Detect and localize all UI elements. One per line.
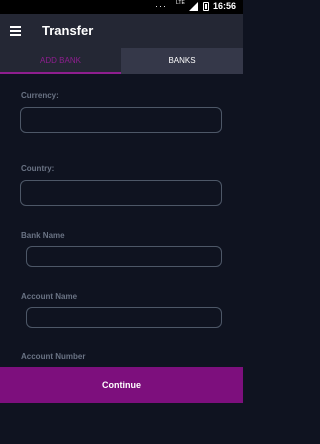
bank-name-field[interactable] xyxy=(26,246,222,267)
active-tab-indicator xyxy=(0,72,121,74)
status-bar: ··· LTE 16:56 xyxy=(0,0,243,14)
currency-field[interactable] xyxy=(20,107,222,133)
account-number-label: Account Number xyxy=(21,352,86,361)
menu-icon[interactable] xyxy=(10,26,21,36)
status-time: 16:56 xyxy=(213,1,237,11)
bank-name-label: Bank Name xyxy=(21,231,65,240)
signal-icon xyxy=(189,2,198,11)
battery-icon xyxy=(203,2,209,11)
currency-label: Currency: xyxy=(21,91,59,100)
app-bar: Transfer xyxy=(0,14,243,48)
tab-banks[interactable]: BANKS xyxy=(121,48,243,74)
tab-add-bank[interactable]: ADD BANK xyxy=(0,48,121,74)
tab-bar: ADD BANK BANKS xyxy=(0,48,243,74)
notification-dots-icon: ··· xyxy=(155,1,167,11)
page-title: Transfer xyxy=(42,23,94,38)
account-name-label: Account Name xyxy=(21,292,78,301)
network-type: LTE xyxy=(176,0,185,6)
country-field[interactable] xyxy=(20,180,222,206)
country-label: Country: xyxy=(21,164,55,173)
account-name-field[interactable] xyxy=(26,307,222,328)
continue-button[interactable]: Continue xyxy=(0,367,243,403)
